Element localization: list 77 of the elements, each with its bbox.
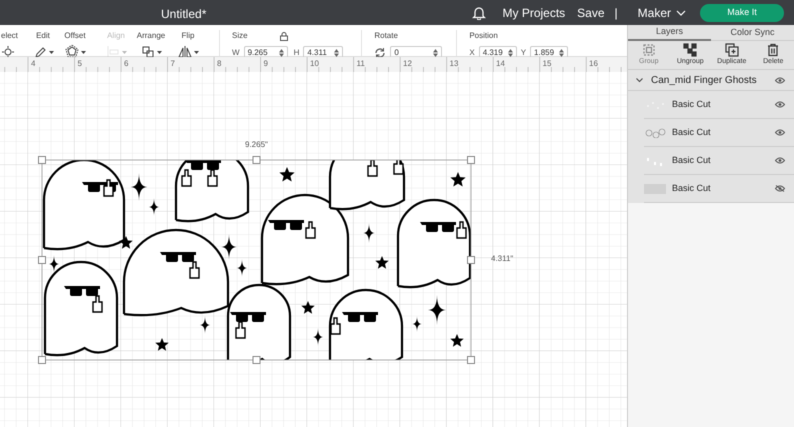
size-label: Size (232, 30, 248, 42)
stepper-arrows-icon[interactable] (559, 49, 564, 57)
eye-icon[interactable] (775, 76, 785, 84)
align-icon (106, 45, 120, 59)
stepper-arrows-icon[interactable] (278, 49, 284, 57)
edit-tool[interactable] (32, 45, 54, 59)
field-label: X (469, 47, 475, 59)
flip-tool[interactable] (178, 45, 198, 59)
caret-icon (194, 50, 198, 54)
chevron-down-icon[interactable] (636, 78, 643, 82)
layer-group-name[interactable]: Can_mid Finger Ghosts (651, 72, 757, 88)
ruler-number: 14 (496, 58, 505, 70)
tool-label: Edit (36, 30, 50, 42)
rotate-icon[interactable] (374, 47, 386, 59)
stepper-arrows-icon[interactable] (508, 49, 513, 57)
ruler-number: 11 (356, 58, 365, 70)
lock-icon[interactable] (280, 32, 288, 41)
delete-icon (766, 42, 780, 57)
flip-icon (178, 45, 192, 59)
ruler-number: 16 (589, 58, 598, 70)
tool-label: Flip (182, 30, 194, 42)
panel-tab[interactable]: Layers (628, 25, 711, 41)
select-tool[interactable] (1, 45, 15, 59)
offset-tool[interactable] (64, 45, 86, 59)
duplicate-icon (724, 42, 739, 57)
group-icon (642, 42, 656, 57)
layer-thumbnail (644, 128, 666, 138)
ruler-number: 7 (170, 58, 175, 70)
arrange-tool[interactable] (140, 45, 162, 59)
header-separator: | (614, 4, 618, 22)
rotate-label: Rotate (374, 30, 399, 42)
field-label: W (232, 47, 240, 59)
ruler-number: 12 (403, 58, 412, 70)
ruler-number: 13 (450, 58, 458, 70)
chevron-down-icon (676, 10, 686, 16)
layer-row[interactable]: Basic Cut (644, 175, 794, 203)
caret-icon (80, 50, 86, 54)
eye-icon[interactable] (775, 157, 785, 164)
layer-row[interactable]: Basic Cut (644, 147, 794, 175)
layer-row[interactable]: Basic Cut (644, 91, 794, 119)
ruler-number: 9 (264, 58, 268, 70)
tool-label: Offset (64, 30, 86, 42)
ruler-number: 4 (31, 58, 36, 70)
select-icon (1, 45, 15, 59)
stepper-arrows-icon[interactable] (433, 49, 438, 57)
layer-row[interactable]: Basic Cut (644, 119, 794, 147)
make-it-button[interactable]: Make It (700, 4, 784, 22)
panel-tab[interactable]: Color Sync (711, 25, 794, 41)
field-label: Y (520, 47, 526, 59)
ruler-number: 15 (542, 58, 552, 70)
caret-icon (48, 50, 54, 54)
offset-icon (64, 45, 78, 59)
caret-icon (156, 50, 162, 54)
stepper-arrows-icon[interactable] (334, 49, 340, 57)
eye-icon[interactable] (775, 129, 785, 136)
position-label: Position (469, 30, 499, 42)
tool-label: Arrange (136, 30, 166, 42)
edit-icon (32, 45, 46, 59)
machine-dropdown[interactable]: Maker (638, 4, 686, 22)
hidden-eye-icon[interactable] (775, 185, 785, 192)
arrange-icon (140, 45, 154, 59)
document-title: Untitled* (161, 6, 206, 23)
ruler-number: 10 (310, 58, 319, 70)
tool-label: Align (107, 30, 125, 42)
header-link[interactable]: Save (577, 4, 605, 22)
width-dimension-label: 9.265" (245, 139, 268, 151)
header-link[interactable]: My Projects (502, 4, 566, 22)
field-label: H (294, 47, 300, 59)
ruler-number: 6 (124, 58, 128, 70)
ungroup-icon (683, 42, 698, 57)
eye-icon[interactable] (775, 101, 785, 108)
notification-bell-icon[interactable] (472, 5, 486, 20)
ruler-number: 5 (78, 58, 82, 70)
tool-label: elect (1, 30, 18, 42)
ruler-number: 8 (217, 58, 222, 70)
caret-icon (122, 50, 126, 54)
height-dimension-label: 4.311" (491, 253, 514, 265)
